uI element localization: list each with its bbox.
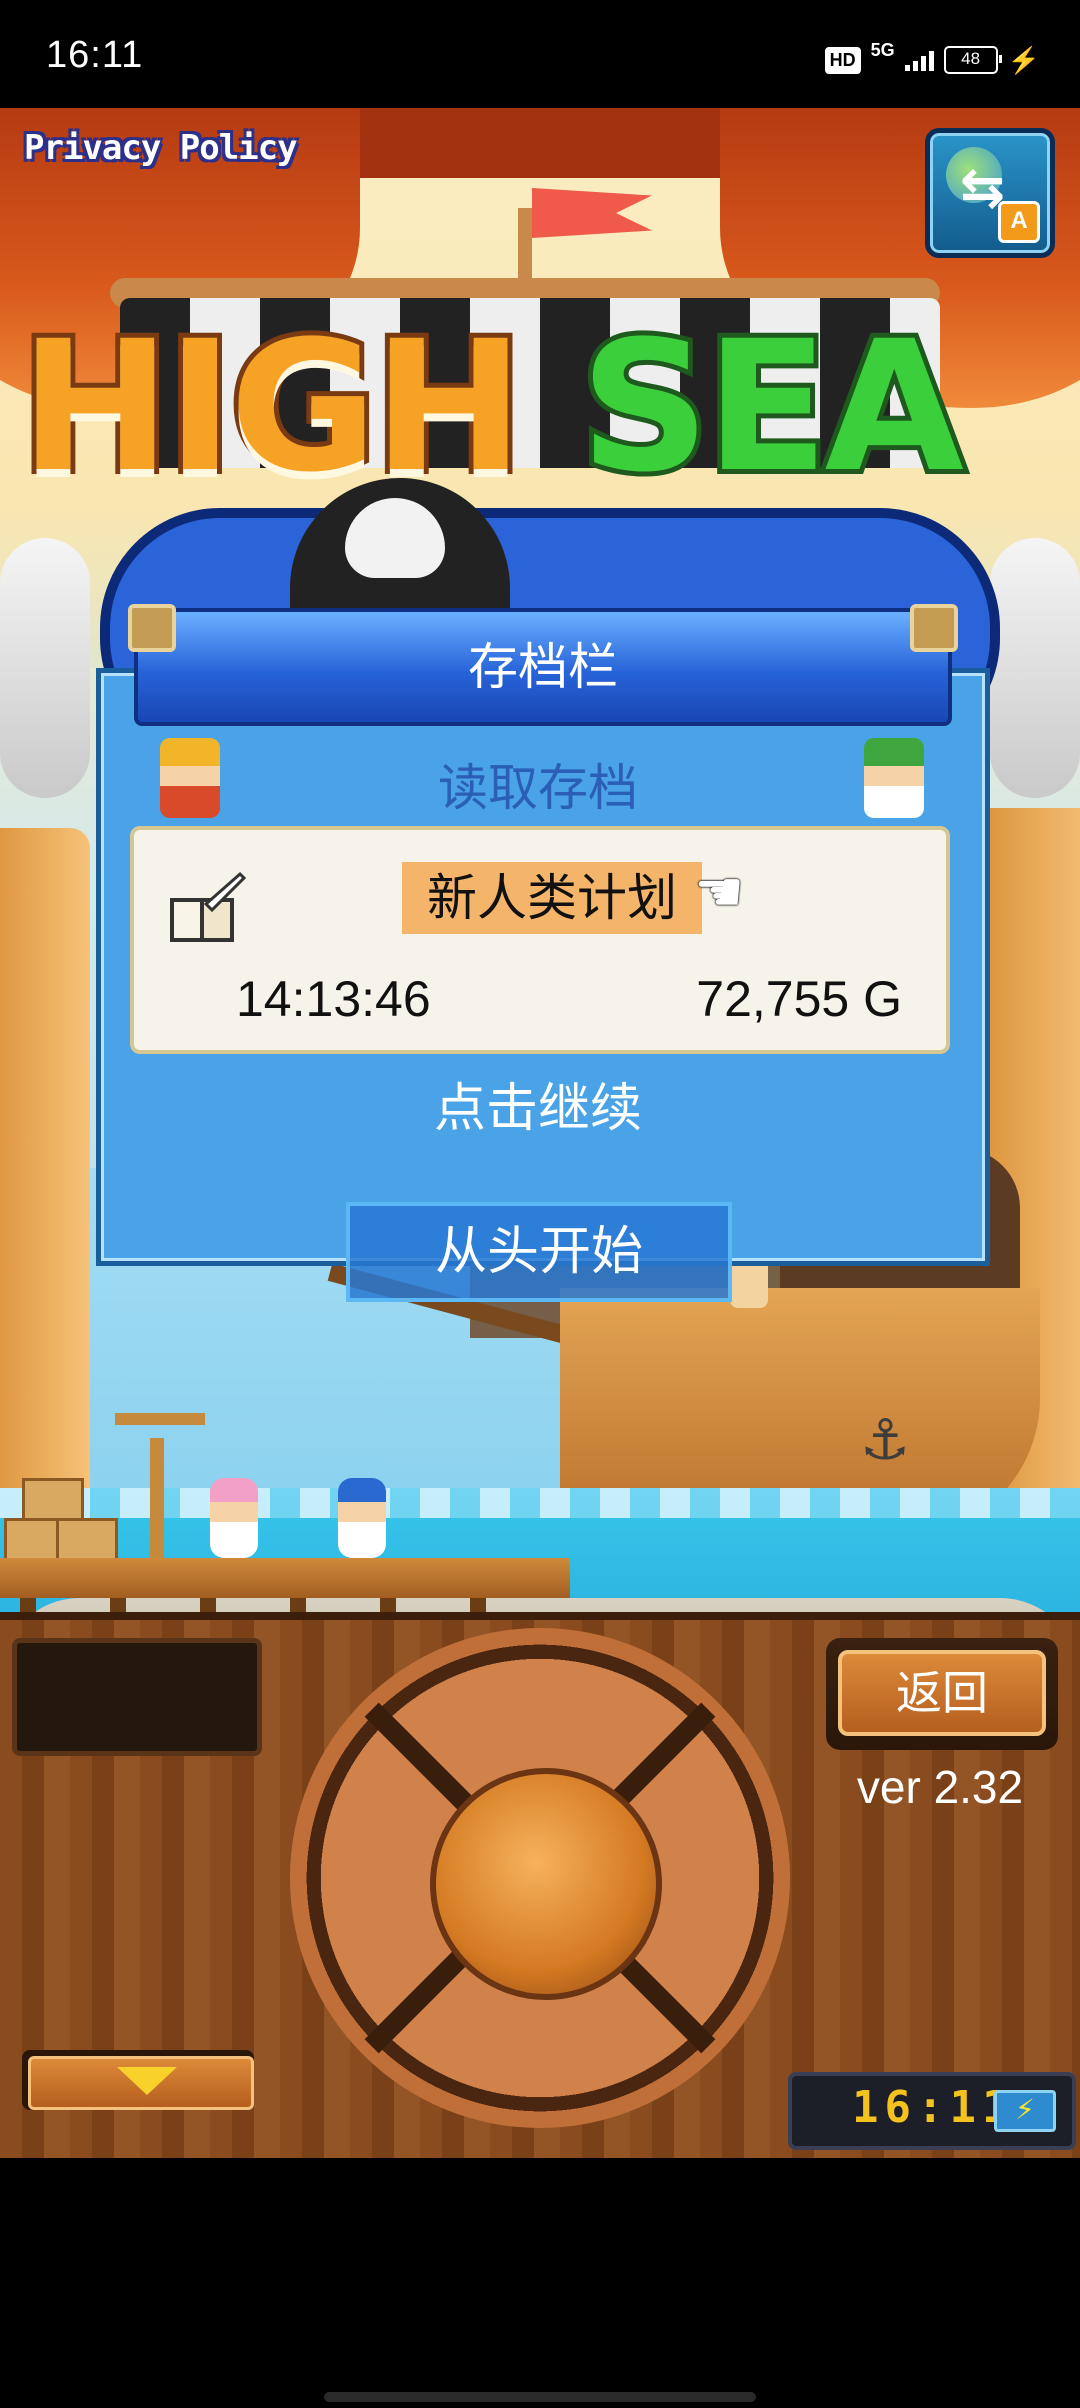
slot-gold: 72,755 G: [696, 971, 902, 1027]
panel-screen: [12, 1638, 262, 1756]
cliff-left: [0, 828, 90, 1508]
dpad-center-button[interactable]: [430, 1768, 662, 2000]
sailor-sprite: [338, 1478, 386, 1558]
dock: [0, 1558, 570, 1598]
network-type: 5G: [870, 39, 895, 60]
pointing-hand-icon: ☚: [694, 860, 745, 925]
anchor-icon: ⚓: [860, 1408, 911, 1473]
dialog-corner-ornament: [910, 604, 958, 652]
system-nav-bar: [0, 2258, 1080, 2408]
back-button[interactable]: 返回: [826, 1638, 1058, 1750]
continue-button[interactable]: 点击继续: [96, 1066, 980, 1141]
dialog-title: 存档栏: [134, 608, 952, 726]
game-clock-time: 16:11: [852, 2082, 1015, 2133]
privacy-policy-link[interactable]: Privacy Policy: [24, 128, 298, 168]
game-clock: 16:11 ⚡: [788, 2072, 1076, 2150]
battery-icon: 48: [943, 46, 1002, 74]
scroll-down-face: [28, 2056, 254, 2110]
book-quill-icon: [170, 871, 246, 942]
horn-right: [990, 538, 1080, 798]
language-badge: A: [998, 201, 1040, 243]
status-time: 16:11: [46, 34, 144, 76]
slot-name: 新人类计划: [427, 869, 677, 927]
language-button[interactable]: ⇆ A: [925, 128, 1055, 258]
signal-icon: [904, 49, 934, 71]
status-bar: 16:11 HD 5G 48 ⚡: [0, 0, 1080, 108]
slot-play-time: 14:13:46: [236, 971, 431, 1027]
down-arrow-icon: [117, 2067, 177, 2095]
new-game-button[interactable]: 从头开始: [346, 1202, 732, 1302]
battery-charging-icon: ⚡: [994, 2090, 1056, 2132]
logo-word-high: HIGH: [15, 303, 529, 512]
save-slot[interactable]: 新人类计划 ☚ 14:13:46 72,755 G: [130, 826, 950, 1054]
home-indicator[interactable]: [324, 2392, 756, 2402]
hd-badge: HD: [824, 46, 861, 74]
sailor-sprite: [210, 1478, 258, 1558]
charging-icon: ⚡: [1007, 44, 1040, 75]
back-button-label: 返回: [838, 1650, 1046, 1736]
scroll-down-button[interactable]: [22, 2050, 254, 2110]
dialog-corner-ornament: [128, 604, 176, 652]
horn-left: [0, 538, 90, 798]
status-icons: HD 5G 48 ⚡: [824, 39, 1040, 80]
lamp-post: [150, 1438, 164, 1568]
version-label: ver 2.32: [856, 1761, 1024, 1813]
lamp-post-bar: [115, 1413, 205, 1425]
dialog-subtitle: 读取存档: [438, 759, 638, 817]
logo-word-sea: SEA: [575, 303, 969, 512]
